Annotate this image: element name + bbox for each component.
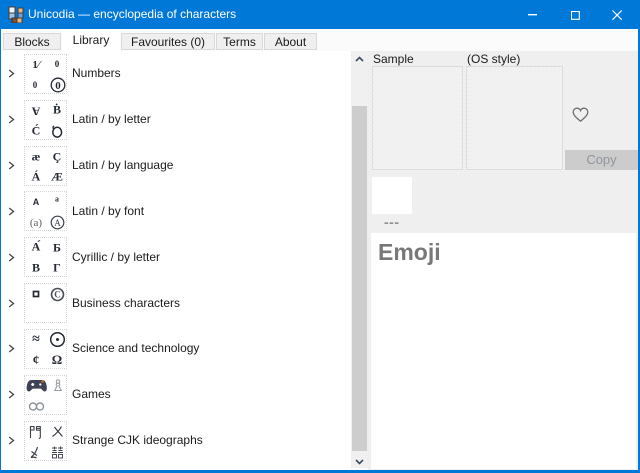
svg-text:0: 0 bbox=[55, 80, 61, 92]
svg-text:A: A bbox=[54, 218, 61, 228]
svg-text:C: C bbox=[54, 289, 61, 299]
